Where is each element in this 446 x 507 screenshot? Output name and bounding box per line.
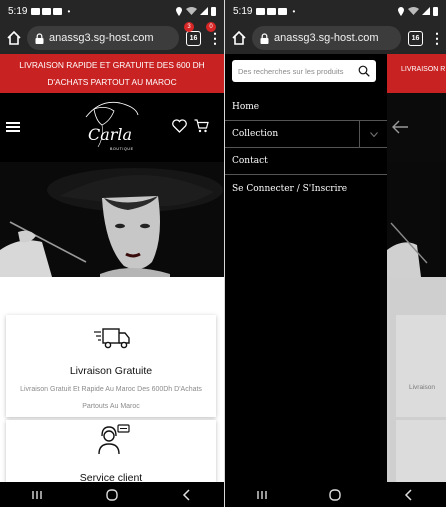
hamburger-menu-icon[interactable] bbox=[6, 122, 20, 132]
battery-icon bbox=[433, 6, 438, 16]
promo-banner-peek: LIVRAISON R bbox=[387, 54, 446, 93]
notification-icon bbox=[256, 7, 266, 15]
site-header: Carla BOUTIQUE bbox=[0, 93, 224, 162]
side-menu-drawer: Home Collection Contact Se Connecter / S… bbox=[225, 54, 387, 482]
search-input[interactable] bbox=[238, 66, 358, 76]
home-icon[interactable] bbox=[231, 30, 247, 46]
close-menu-arrow-icon[interactable] bbox=[391, 119, 409, 135]
status-time: 5:19 bbox=[233, 5, 253, 17]
wishlist-count-badge: 3 bbox=[184, 22, 194, 32]
notification-icon bbox=[42, 7, 52, 15]
more-menu-icon[interactable]: ⋮ bbox=[430, 31, 444, 45]
url-text: anassg3.sg-host.com bbox=[49, 32, 154, 44]
submenu-toggle[interactable] bbox=[359, 121, 387, 148]
customer-service-icon bbox=[98, 424, 130, 454]
section-spacer bbox=[0, 277, 224, 307]
tabs-button[interactable]: 16 bbox=[408, 30, 423, 46]
logo-subtitle: BOUTIQUE bbox=[110, 147, 134, 151]
feature-card-delivery: Livraison Gratuite Livraison Gratuit Et … bbox=[6, 315, 216, 417]
card-text-peek: Livraison bbox=[409, 384, 436, 391]
url-field[interactable]: anassg3.sg-host.com bbox=[27, 26, 179, 50]
menu-item-label: Home bbox=[232, 102, 260, 112]
menu-item-login[interactable]: Se Connecter / S'Inscrire bbox=[225, 175, 387, 202]
wifi-icon bbox=[186, 7, 197, 15]
battery-icon bbox=[211, 6, 216, 16]
signal-icon bbox=[200, 7, 208, 15]
cart-icon[interactable] bbox=[194, 119, 209, 133]
menu-item-label: Contact bbox=[232, 156, 268, 166]
location-icon bbox=[176, 6, 182, 16]
menu-item-home[interactable]: Home bbox=[225, 94, 387, 121]
status-bar: 5:19 • bbox=[0, 0, 224, 22]
android-nav-bar bbox=[225, 482, 446, 507]
signal-icon bbox=[422, 7, 430, 15]
location-icon bbox=[398, 6, 404, 16]
dimmed-page-image bbox=[387, 93, 446, 482]
menu-item-label: Collection bbox=[232, 129, 279, 139]
menu-item-label: Se Connecter / S'Inscrire bbox=[232, 183, 348, 194]
menu-item-collection[interactable]: Collection bbox=[225, 121, 387, 148]
hero-image bbox=[0, 162, 224, 277]
recent-apps-icon[interactable] bbox=[247, 486, 277, 504]
feature-card-service: Service client bbox=[6, 420, 216, 484]
home-button-icon[interactable] bbox=[97, 486, 127, 504]
notification-icon bbox=[31, 7, 41, 15]
home-button-icon[interactable] bbox=[320, 486, 350, 504]
logo-text: Carla bbox=[88, 125, 133, 144]
status-right bbox=[175, 6, 216, 16]
url-text: anassg3.sg-host.com bbox=[274, 32, 379, 44]
recent-apps-icon[interactable] bbox=[22, 486, 52, 504]
cart-count-badge: 0 bbox=[206, 22, 216, 32]
phone-screen-menu: 5:19 • anassg3.sg-host.com 16 ⋮ LIVRAISO… bbox=[225, 0, 446, 507]
page-overlay[interactable]: Livraison bbox=[387, 93, 446, 482]
browser-address-bar: anassg3.sg-host.com 16 ⋮ bbox=[225, 22, 446, 54]
android-nav-bar bbox=[0, 482, 224, 507]
back-button-icon[interactable] bbox=[394, 486, 424, 504]
lock-icon bbox=[260, 32, 269, 44]
status-right bbox=[397, 6, 438, 16]
tabs-button[interactable]: 16 bbox=[186, 30, 201, 46]
wifi-icon bbox=[408, 7, 419, 15]
hero-banner[interactable] bbox=[0, 162, 224, 277]
menu-item-contact[interactable]: Contact bbox=[225, 148, 387, 175]
home-icon[interactable] bbox=[6, 30, 22, 46]
chevron-down-icon bbox=[369, 132, 378, 137]
more-menu-icon[interactable]: ⋮ bbox=[208, 31, 222, 45]
search-icon[interactable] bbox=[358, 65, 370, 77]
status-dot: • bbox=[292, 6, 296, 16]
back-button-icon[interactable] bbox=[172, 486, 202, 504]
card-description: Livraison Gratuit Et Rapide Au Maroc Des… bbox=[20, 386, 202, 410]
notification-icon bbox=[267, 7, 277, 15]
phone-screen-home: 5:19 • anassg3.sg-host.com 16 ⋮ LIVRAISO… bbox=[0, 0, 224, 507]
promo-banner: LIVRAISON RAPIDE ET GRATUITE DES 600 DH … bbox=[0, 54, 224, 93]
status-bar: 5:19 • bbox=[225, 0, 446, 22]
screens: 5:19 • anassg3.sg-host.com 16 ⋮ LIVRAISO… bbox=[0, 0, 446, 507]
lock-icon bbox=[35, 32, 44, 44]
notification-icon bbox=[278, 7, 288, 15]
url-field[interactable]: anassg3.sg-host.com bbox=[252, 26, 401, 50]
wishlist-heart-icon[interactable] bbox=[172, 119, 187, 133]
card-title: Livraison Gratuite bbox=[69, 365, 153, 377]
delivery-truck-icon bbox=[94, 328, 130, 349]
status-dot: • bbox=[67, 6, 71, 16]
status-time: 5:19 bbox=[8, 5, 28, 17]
search-box bbox=[232, 60, 376, 82]
notification-icon bbox=[53, 7, 63, 15]
